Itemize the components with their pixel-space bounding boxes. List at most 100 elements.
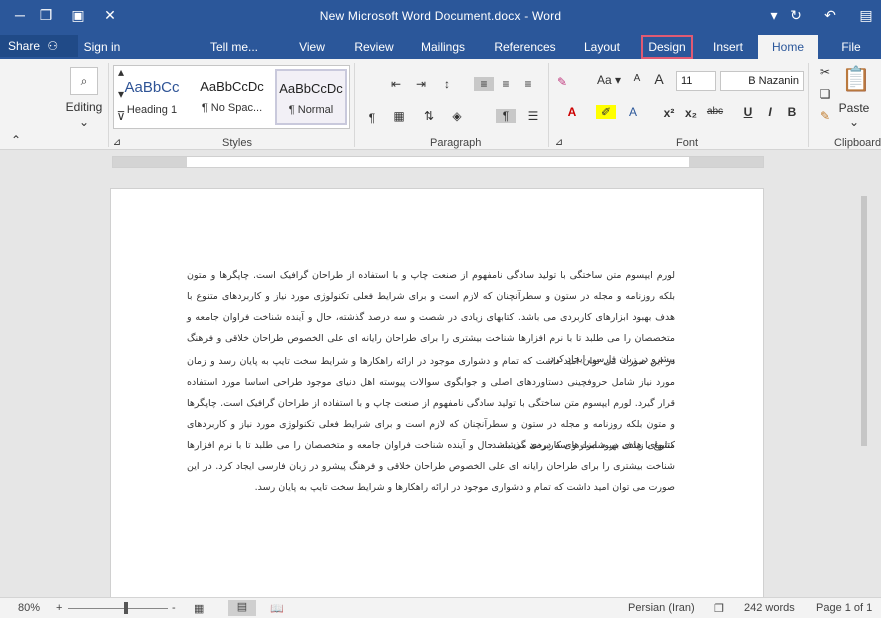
highlight-icon[interactable]: ✐ [596,105,616,119]
document-page[interactable]: لورم ایپسوم متن ساختگی با تولید سادگی نا… [110,188,764,608]
page-count[interactable]: Page 1 of 1 [816,602,872,614]
zoom-out-button[interactable]: - [172,602,176,614]
tab-home[interactable]: Home [758,35,818,59]
dialog-launcher-icon[interactable]: ⊿ [554,137,564,148]
title-bar: ─ ❐ ▣ ✕ New Microsoft Word Document.docx… [0,0,881,32]
style-name: ¶ No Spac... [201,102,263,114]
underline-button[interactable]: U [740,105,756,119]
style-preview: AaBbCcDc [200,79,264,94]
language-status[interactable]: Persian (Iran) [628,602,695,614]
styles-scroll-up-icon[interactable]: ▴ [115,65,127,79]
window-title: New Microsoft Word Document.docx - Word [319,9,562,23]
style-preview: AaBbCcDc [279,81,343,96]
shrink-font-button[interactable]: A [628,73,646,84]
style-normal[interactable]: AaBbCcDc ¶ Normal [275,69,347,125]
paragraph-dir-icon[interactable]: ¶ [496,109,516,123]
vertical-scrollbar[interactable] [858,186,870,596]
ruler-margin-left [113,157,187,167]
clear-formatting-icon[interactable]: ✎ [554,75,570,89]
divider [808,63,809,147]
style-no-spacing[interactable]: AaBbCcDc ¶ No Spac... [196,69,268,125]
customize-qat-icon[interactable]: ▾ [762,4,786,26]
shading-icon[interactable]: ◈ [446,109,468,123]
document-paragraph[interactable]: کتابهای زیادی در شصت و سه درصد گذشته، حا… [187,435,675,498]
ruler-margin-right [689,157,763,167]
word-count[interactable]: 242 words [744,602,795,614]
sort-icon[interactable]: ⇅ [418,109,440,123]
tell-me-label: Tell me... [209,40,258,54]
line-spacing-icon[interactable]: ↕ [436,77,458,91]
redo-icon[interactable]: ↻ [784,4,808,26]
align-center-icon[interactable]: ≡ [496,77,516,91]
font-group-label: Font [676,137,699,149]
styles-gallery: AaBbCc Heading 1 AaBbCcDc ¶ No Spac... A… [113,65,350,129]
tab-references[interactable]: References [488,35,562,59]
cut-icon[interactable]: ✂ [816,65,834,79]
chevron-down-icon: ⌄ [848,115,860,129]
divider [354,63,355,147]
save-icon[interactable]: ▤ [854,4,878,26]
align-right-icon[interactable]: ≡ [474,77,494,91]
format-painter-icon[interactable]: ✎ [816,109,834,123]
font-color-icon[interactable]: A [562,105,582,119]
zoom-level[interactable]: 80% [18,602,40,614]
ribbon: ⌕ Editing ⌄ ⌃ AaBbCc Heading 1 AaBbCcDc … [0,59,881,150]
tab-insert[interactable]: Insert [703,35,753,59]
dialog-launcher-icon[interactable]: ⊿ [112,137,122,148]
tell-me-box[interactable]: Tell me... ♀ [204,35,264,78]
chevron-down-icon: ⌄ [78,115,90,129]
style-name: ¶ Normal [288,104,334,116]
paragraph-group-label: Paragraph [430,137,482,149]
collapse-ribbon-icon[interactable]: ⌃ [10,133,22,147]
zoom-slider[interactable] [68,608,168,609]
read-mode-icon[interactable]: 📖 [270,602,284,615]
italic-button[interactable]: I [764,105,776,119]
text-effects-icon[interactable]: A [624,105,642,119]
styles-group-label: Styles [222,137,252,149]
clipboard-group-label: Clipboard [834,137,881,149]
print-layout-icon[interactable]: ▤ [228,600,256,616]
find-icon[interactable]: ⌕ [70,67,98,95]
share-label: Share [8,39,41,53]
bullets-icon[interactable]: ☰ [522,109,544,123]
divider [548,63,549,147]
clipboard-icon[interactable]: 📋 [840,65,872,99]
ribbon-tabs: Share ⚇ Sign in Tell me... ♀ View Review… [0,32,881,78]
font-name-dropdown[interactable]: B Nazanin [720,71,804,91]
strikethrough-button[interactable]: abc [703,106,727,117]
grow-font-button[interactable]: A [650,71,668,87]
bold-button[interactable]: B [784,105,800,119]
zoom-slider-thumb[interactable] [124,602,128,614]
undo-icon[interactable]: ↶ [818,4,842,26]
paste-button[interactable]: Paste [836,101,872,115]
rtl-direction-icon[interactable]: ⇤ [385,77,407,91]
superscript-button[interactable]: x² [660,106,678,120]
pilcrow-icon[interactable]: ¶ [364,111,380,125]
tab-file[interactable]: File [828,35,874,59]
status-bar: 80% + - ▦ ▤ 📖 Persian (Iran) ❐ 242 words… [0,597,881,618]
proofing-icon[interactable]: ❐ [714,602,724,615]
tab-mailings[interactable]: Mailings [414,35,472,59]
tab-review[interactable]: Review [350,35,398,59]
scrollbar-thumb[interactable] [861,196,867,446]
change-case-button[interactable]: Aa ▾ [594,73,624,87]
styles-more-icon[interactable]: ⊽ [115,109,127,123]
zoom-in-button[interactable]: + [56,602,62,614]
font-size-dropdown[interactable]: 11 [676,71,716,91]
styles-scroll-down-icon[interactable]: ▾ [115,87,127,101]
tab-view[interactable]: View [292,35,332,59]
ltr-direction-icon[interactable]: ⇥ [410,77,432,91]
share-button[interactable]: Share ⚇ [0,35,78,57]
align-left-icon[interactable]: ≡ [518,77,538,91]
divider [108,63,109,147]
change-case-label: Aa [596,73,612,87]
horizontal-ruler[interactable] [112,156,764,168]
borders-icon[interactable]: ▦ [388,109,410,123]
subscript-button[interactable]: x₂ [682,106,700,120]
sign-in-link[interactable]: Sign in [80,35,124,59]
editing-button[interactable]: Editing [62,100,106,114]
copy-icon[interactable]: ❏ [816,87,834,101]
web-layout-icon[interactable]: ▦ [194,602,204,615]
tab-layout[interactable]: Layout [576,35,628,59]
tab-design[interactable]: Design [641,35,693,59]
